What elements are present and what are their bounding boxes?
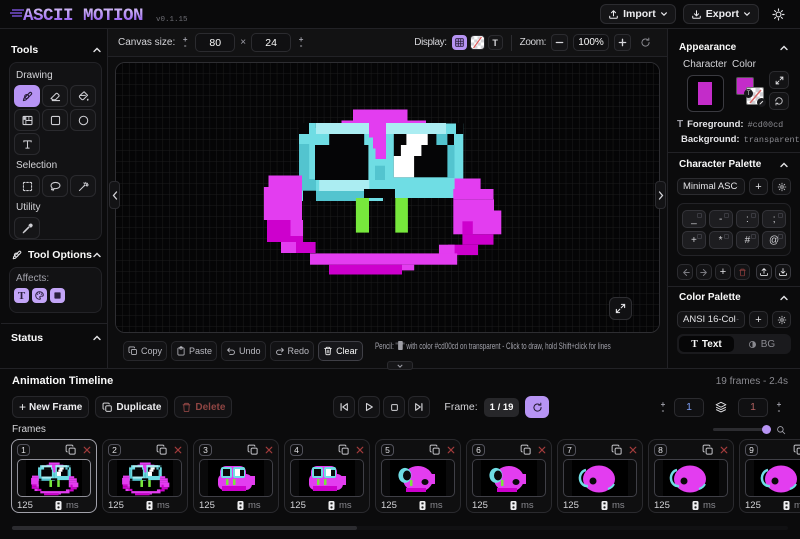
svg-text:v0.1.15: v0.1.15 [156, 16, 188, 24]
svg-text:ASCII MOTION: ASCII MOTION [23, 6, 143, 26]
